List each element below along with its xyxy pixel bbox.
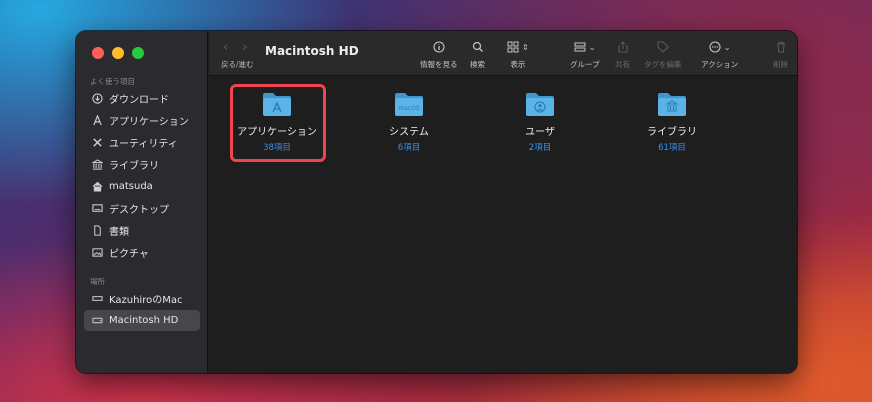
- folder-item-library[interactable]: ライブラリ 61項目: [622, 91, 722, 153]
- back-chevron-icon[interactable]: ‹: [223, 40, 228, 55]
- disk-icon: [92, 315, 103, 326]
- window-title: Macintosh HD: [265, 44, 359, 58]
- desktop-icon: [92, 203, 103, 214]
- tags-button[interactable]: タグを編集: [644, 40, 682, 70]
- ellipsis-circle-icon: ⌄: [709, 40, 731, 54]
- forward-chevron-icon[interactable]: ›: [242, 40, 247, 55]
- delete-label: 削除: [773, 60, 788, 69]
- folder-item-system[interactable]: macOS システム 6項目: [359, 91, 459, 153]
- info-button[interactable]: 情報を見る: [420, 40, 458, 70]
- share-button[interactable]: 共有: [615, 40, 630, 70]
- sidebar-item-applications[interactable]: アプリケーション: [84, 110, 200, 131]
- sidebar-item-label: アプリケーション: [109, 117, 189, 128]
- sidebar-item-library[interactable]: ライブラリ: [84, 154, 200, 175]
- sidebar-item-label: ライブラリ: [109, 161, 159, 172]
- item-name: アプリケーション: [237, 127, 317, 138]
- chevron-down-icon: ⌄: [723, 42, 731, 52]
- trash-icon: [775, 40, 787, 54]
- sidebar-item-label: matsuda: [109, 181, 153, 192]
- sidebar-item-desktop[interactable]: デスクトップ: [84, 198, 200, 219]
- sidebar-item-label: ユーティリティ: [109, 139, 178, 150]
- zoom-button[interactable]: [132, 47, 144, 59]
- download-icon: [92, 93, 103, 104]
- delete-button[interactable]: 削除: [773, 40, 788, 70]
- view-button[interactable]: ⇕ 表示: [507, 40, 529, 70]
- document-icon: [92, 225, 103, 236]
- share-label: 共有: [615, 60, 630, 69]
- sidebar-item-pictures[interactable]: ピクチャ: [84, 242, 200, 263]
- info-icon: [433, 40, 445, 54]
- utilities-icon: [92, 137, 103, 148]
- finder-window: よく使う項目 ダウンロード アプリケーション ユーティリティ ライブラリ mat…: [76, 31, 797, 373]
- sidebar-item-computer[interactable]: KazuhiroのMac: [84, 288, 200, 309]
- action-label: アクション: [701, 60, 739, 69]
- sidebar: よく使う項目 ダウンロード アプリケーション ユーティリティ ライブラリ mat…: [76, 31, 208, 373]
- system-folder-icon: macOS: [395, 93, 423, 116]
- sidebar-item-home[interactable]: matsuda: [84, 176, 200, 197]
- sidebar-item-label: 書類: [109, 227, 129, 238]
- macos-badge: macOS: [398, 105, 420, 112]
- item-count: 38項目: [263, 143, 291, 153]
- users-folder-icon: [526, 93, 554, 116]
- nav-label: 戻る/進む: [221, 60, 254, 69]
- tags-label: タグを編集: [644, 60, 682, 69]
- item-count: 61項目: [658, 143, 686, 153]
- sidebar-item-label: デスクトップ: [109, 205, 169, 216]
- tag-icon: [657, 40, 669, 54]
- item-name: システム: [389, 127, 429, 138]
- favorites-section-label: よく使う項目: [90, 77, 135, 86]
- close-button[interactable]: [92, 47, 104, 59]
- library-folder-icon: [658, 93, 686, 116]
- sidebar-item-label: Macintosh HD: [109, 315, 179, 326]
- chevron-updown-icon: ⇕: [522, 42, 529, 52]
- search-button[interactable]: 検索: [470, 40, 485, 70]
- sidebar-item-label: ダウンロード: [109, 95, 169, 106]
- group-icon: ⌄: [574, 40, 596, 54]
- sidebar-item-label: ピクチャ: [109, 249, 149, 260]
- sidebar-item-macintosh-hd[interactable]: Macintosh HD: [84, 310, 200, 331]
- minimize-button[interactable]: [112, 47, 124, 59]
- info-label: 情報を見る: [420, 60, 458, 69]
- item-count: 2項目: [528, 143, 552, 153]
- group-label: グループ: [570, 60, 600, 69]
- locations-section-label: 場所: [90, 277, 105, 286]
- action-button[interactable]: ⌄ アクション: [701, 40, 738, 70]
- applications-icon: [92, 115, 103, 126]
- item-count: 6項目: [397, 143, 421, 153]
- computer-icon: [92, 293, 103, 304]
- folder-item-applications[interactable]: アプリケーション 38項目: [227, 91, 327, 153]
- home-icon: [92, 181, 103, 192]
- window-controls: [92, 47, 144, 59]
- sidebar-item-documents[interactable]: 書類: [84, 220, 200, 241]
- sidebar-item-utilities[interactable]: ユーティリティ: [84, 132, 200, 153]
- chevron-down-icon: ⌄: [588, 42, 596, 52]
- item-name: ライブラリ: [647, 127, 697, 138]
- search-icon: [472, 40, 484, 54]
- nav-arrows: ‹ ›: [223, 40, 247, 55]
- group-button[interactable]: ⌄ グループ: [570, 40, 600, 70]
- view-label: 表示: [510, 60, 526, 69]
- share-icon: [617, 40, 629, 54]
- library-icon: [92, 159, 103, 170]
- file-grid: アプリケーション 38項目 macOS システム 6項目 ユーザ 2項目 ライブ…: [209, 77, 797, 373]
- grid-view-icon: ⇕: [507, 40, 529, 54]
- folder-item-users[interactable]: ユーザ 2項目: [490, 91, 590, 153]
- pictures-icon: [92, 247, 103, 258]
- applications-folder-icon: [263, 93, 291, 116]
- sidebar-item-downloads[interactable]: ダウンロード: [84, 88, 200, 109]
- item-name: ユーザ: [525, 127, 555, 138]
- search-label: 検索: [470, 60, 485, 69]
- sidebar-item-label: KazuhiroのMac: [109, 295, 183, 306]
- toolbar: ‹ › 戻る/進む Macintosh HD 情報を見る 検索 ⇕ 表示 ⌄ グ…: [209, 31, 797, 76]
